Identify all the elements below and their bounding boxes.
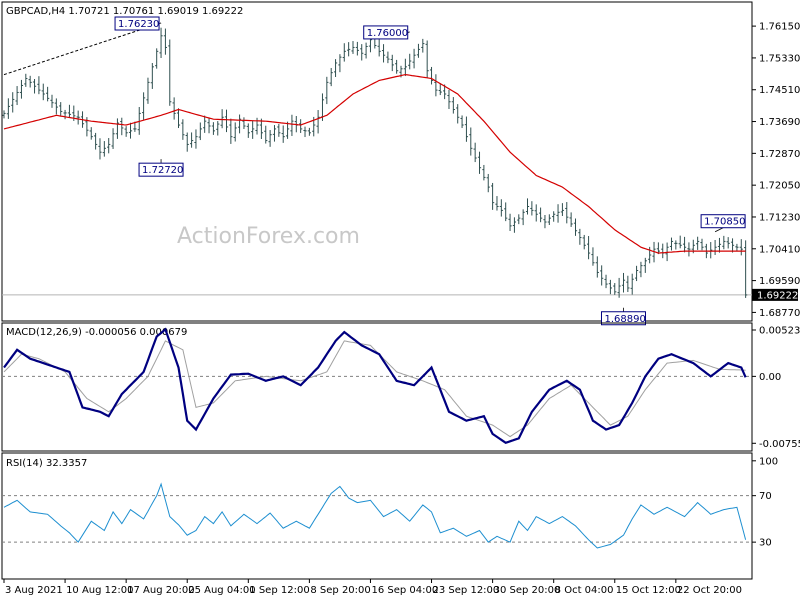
price-tick-label: 1.73690: [759, 117, 800, 128]
time-tick-label: 22 Oct 20:00: [677, 585, 742, 596]
macd-tick-label: 0.00: [759, 372, 781, 383]
time-tick-label: 8 Oct 04:00: [555, 585, 614, 596]
time-tick-label: 30 Sep 20:00: [494, 585, 561, 596]
price-annotation: 1.76230: [114, 16, 162, 31]
price-tick-label: 1.71230: [759, 212, 800, 223]
price-tick-label: 1.70410: [759, 244, 800, 255]
time-tick-label: 17 Aug 20:00: [127, 585, 194, 596]
rsi-tick-label: 70: [759, 491, 772, 502]
time-tick-label: 25 Aug 04:00: [188, 585, 255, 596]
price-header: GBPCAD,H4 1.70721 1.70761 1.69019 1.6922…: [6, 6, 243, 17]
annotation-label: 1.76230: [118, 19, 159, 30]
rsi-title: RSI(14) 32.3357: [6, 458, 87, 469]
rsi-tick-label: 100: [759, 456, 778, 467]
time-tick-label: 23 Sep 12:00: [433, 585, 500, 596]
annotation-label: 1.76000: [367, 28, 408, 39]
price-annotation: 1.76000: [363, 25, 410, 40]
annotation-label: 1.70850: [704, 217, 745, 228]
time-tick-label: 3 Aug 2021: [5, 585, 63, 596]
time-tick-label: 10 Aug 12:00: [66, 585, 133, 596]
time-tick-label: 8 Sep 20:00: [310, 585, 370, 596]
time-tick-label: 15 Oct 12:00: [616, 585, 681, 596]
price-tick-label: 1.75330: [759, 53, 800, 64]
price-tick-label: 1.68770: [759, 308, 800, 319]
rsi-tick-label: 30: [759, 538, 772, 549]
price-tick-label: 1.72050: [759, 181, 800, 192]
price-tick-label: 1.76150: [759, 22, 800, 33]
chart-canvas: GBPCAD,H4 1.70721 1.70761 1.69019 1.6922…: [0, 0, 800, 600]
price-tick-label: 1.72870: [759, 149, 800, 160]
price-tick-label: 1.74510: [759, 85, 800, 96]
annotation-label: 1.72720: [142, 165, 183, 176]
price-tick-label: 1.69590: [759, 276, 800, 287]
last-price-label: 1.69222: [757, 290, 798, 301]
watermark: ActionForex.com: [177, 224, 360, 249]
time-tick-label: 1 Sep 12:00: [249, 585, 309, 596]
time-tick-label: 16 Sep 04:00: [371, 585, 438, 596]
macd-tick-label: -0.007555: [759, 439, 800, 450]
macd-tick-label: 0.005234: [759, 326, 800, 337]
chart-background: [0, 0, 800, 600]
